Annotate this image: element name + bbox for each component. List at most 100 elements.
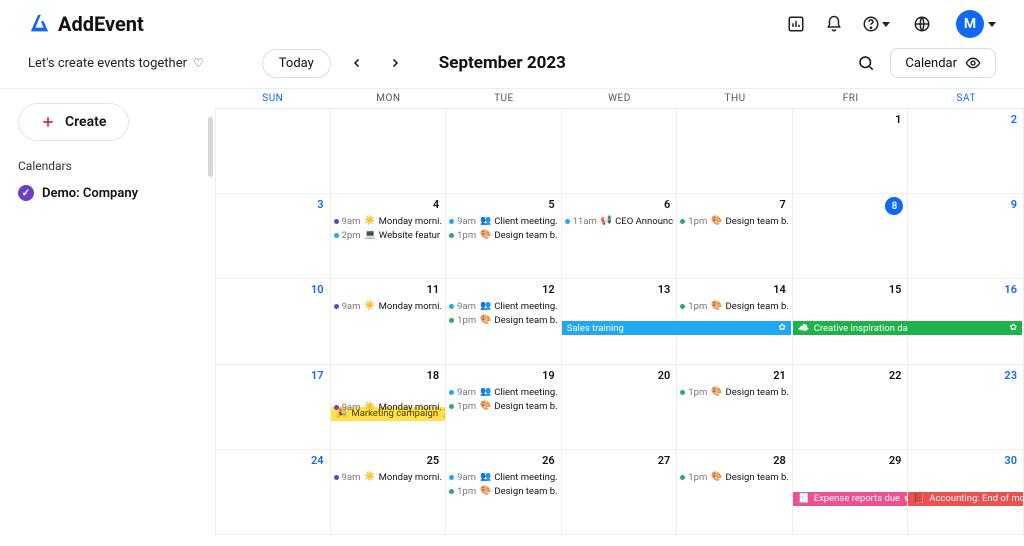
- calendar-cell[interactable]: 9: [908, 194, 1024, 279]
- event-item[interactable]: 2pm💻Website featur★: [334, 229, 443, 242]
- event-item[interactable]: 1pm🎨Design team b.★: [680, 215, 789, 228]
- sidebar: Create Calendars ✓ Demo: Company: [0, 89, 215, 535]
- calendar-item[interactable]: ✓ Demo: Company: [18, 185, 197, 201]
- calendar-cell[interactable]: 13Sales training✿: [562, 279, 678, 364]
- check-circle-icon: ✓: [18, 185, 34, 201]
- event-emoji-icon: ☀️: [364, 215, 375, 228]
- calendar-cell[interactable]: 17: [215, 365, 331, 450]
- event-item[interactable]: 9am👥Client meeting.★: [449, 300, 558, 313]
- event-item[interactable]: 9am👥Client meeting.★: [449, 386, 558, 399]
- event-emoji-icon: ☁️: [798, 323, 810, 334]
- event-bar[interactable]: ☁️Creative inspiration da✿: [793, 321, 1022, 335]
- account-menu[interactable]: M: [956, 10, 996, 38]
- calendar-cell[interactable]: 20: [562, 365, 678, 450]
- brand-logo-block[interactable]: AddEvent: [28, 12, 144, 36]
- event-emoji-icon: 📕: [913, 493, 925, 504]
- event-title: Client meeting.: [494, 386, 557, 399]
- calendar-cell[interactable]: 211pm🎨Design team b.★: [677, 365, 793, 450]
- event-emoji-icon: ☀️: [364, 401, 375, 414]
- calendar-cell[interactable]: 59am👥Client meeting.★1pm🎨Design team b.★: [446, 194, 562, 279]
- event-item[interactable]: 9am☀️Monday morni.★: [334, 300, 443, 313]
- calendar-cell[interactable]: [215, 109, 331, 194]
- calendar-cell[interactable]: 18🎉Marketing campaign🎉9am☀️Monday morni.…: [331, 365, 447, 450]
- calendar-cell[interactable]: 10: [215, 279, 331, 364]
- event-item[interactable]: 9am☀️Monday morni.★: [334, 215, 443, 228]
- calendar-cell[interactable]: [446, 109, 562, 194]
- event-item[interactable]: 1pm🎨Design team b.★: [680, 386, 789, 399]
- event-item[interactable]: 9am👥Client meeting.★: [449, 215, 558, 228]
- calendar-cell[interactable]: [331, 109, 447, 194]
- calendar-cell[interactable]: 2: [908, 109, 1024, 194]
- event-title: CEO Announc: [615, 215, 673, 228]
- calendar-cell[interactable]: 119am☀️Monday morni.★: [331, 279, 447, 364]
- create-button[interactable]: Create: [18, 103, 129, 141]
- event-emoji-icon: 👥: [480, 386, 491, 399]
- calendar-cell[interactable]: 8: [793, 194, 909, 279]
- calendar-cell[interactable]: 71pm🎨Design team b.★: [677, 194, 793, 279]
- calendar-cell[interactable]: 27: [562, 450, 678, 535]
- calendar-cell[interactable]: 269am👥Client meeting.★1pm🎨Design team b.…: [446, 450, 562, 535]
- event-item[interactable]: 9am👥Client meeting.★: [449, 471, 558, 484]
- event-emoji-icon: 🎨: [480, 314, 491, 327]
- event-dot-icon: [449, 404, 454, 409]
- event-item[interactable]: 1pm🎨Design team b.★: [449, 229, 558, 242]
- event-item[interactable]: 1pm🎨Design team b.★: [680, 300, 789, 313]
- calendar-cell[interactable]: [562, 109, 678, 194]
- header-actions: M: [786, 10, 996, 38]
- calendar-cell[interactable]: 22: [793, 365, 909, 450]
- next-month-button[interactable]: [383, 51, 407, 75]
- day-number: 18: [427, 369, 440, 382]
- event-emoji-icon: 🎨: [480, 485, 491, 498]
- scrollbar-thumb[interactable]: [208, 117, 213, 177]
- calendar-cell[interactable]: 24: [215, 450, 331, 535]
- event-item[interactable]: 9am☀️Monday morni.★: [334, 471, 443, 484]
- bell-icon[interactable]: [824, 14, 844, 34]
- event-dot-icon: [565, 219, 570, 224]
- calendar-cell[interactable]: 259am☀️Monday morni.★: [331, 450, 447, 535]
- event-title: Design team b.: [494, 229, 557, 242]
- event-time: 2pm: [342, 229, 361, 242]
- calendar-cell[interactable]: 49am☀️Monday morni.★2pm💻Website featur★: [331, 194, 447, 279]
- event-item[interactable]: 9am☀️Monday morni.★: [334, 401, 443, 414]
- event-item[interactable]: 1pm🎨Design team b.★: [449, 314, 558, 327]
- event-dot-icon: [334, 219, 339, 224]
- calendar-cell[interactable]: 611am📢CEO Announc★: [562, 194, 678, 279]
- event-dot-icon: [449, 233, 454, 238]
- calendar-cell[interactable]: 23: [908, 365, 1024, 450]
- month-title: September 2023: [439, 53, 566, 73]
- event-item[interactable]: 11am📢CEO Announc★: [565, 215, 674, 228]
- globe-icon[interactable]: [912, 14, 932, 34]
- calendar-cell[interactable]: 1: [793, 109, 909, 194]
- day-number: 2: [1011, 113, 1017, 126]
- event-bar[interactable]: Sales training✿: [562, 321, 791, 335]
- prev-month-button[interactable]: [345, 51, 369, 75]
- calendar-cell[interactable]: 30📕Accounting: End of mo: [908, 450, 1024, 535]
- calendar-cell[interactable]: 129am👥Client meeting.★1pm🎨Design team b.…: [446, 279, 562, 364]
- tagline-text: Let's create events together: [28, 56, 187, 71]
- event-bar[interactable]: 📕 Accounting: End of mo: [908, 492, 1023, 506]
- calendar-cell[interactable]: 3: [215, 194, 331, 279]
- search-icon[interactable]: [856, 53, 876, 73]
- calendar-cell[interactable]: [677, 109, 793, 194]
- event-item[interactable]: 1pm🎨Design team b.★: [680, 471, 789, 484]
- help-icon[interactable]: [862, 15, 894, 33]
- analytics-icon[interactable]: [786, 14, 806, 34]
- event-item[interactable]: 1pm🎨Design team b.★: [449, 485, 558, 498]
- chevron-down-icon: [882, 22, 890, 27]
- view-label: Calendar: [905, 56, 957, 71]
- brand-bar: AddEvent M: [0, 0, 1024, 46]
- event-emoji-icon: 👥: [480, 215, 491, 228]
- event-bar[interactable]: 🧾Expense reports due✿: [793, 492, 908, 506]
- calendar-cell[interactable]: 29🧾Expense reports due✿: [793, 450, 909, 535]
- day-number: 17: [311, 369, 324, 382]
- event-title: Accounting: End of mo: [929, 493, 1023, 504]
- event-item[interactable]: 1pm🎨Design team b.★: [449, 400, 558, 413]
- today-button[interactable]: Today: [262, 49, 331, 78]
- calendar-cell[interactable]: 281pm🎨Design team b.★: [677, 450, 793, 535]
- event-time: 1pm: [688, 471, 707, 484]
- view-switcher[interactable]: Calendar: [890, 48, 996, 78]
- weekday-label: SUN: [215, 89, 331, 108]
- event-dot-icon: [680, 304, 685, 309]
- calendar-cell[interactable]: 15☁️Creative inspiration da✿: [793, 279, 909, 364]
- calendar-cell[interactable]: 199am👥Client meeting.★1pm🎨Design team b.…: [446, 365, 562, 450]
